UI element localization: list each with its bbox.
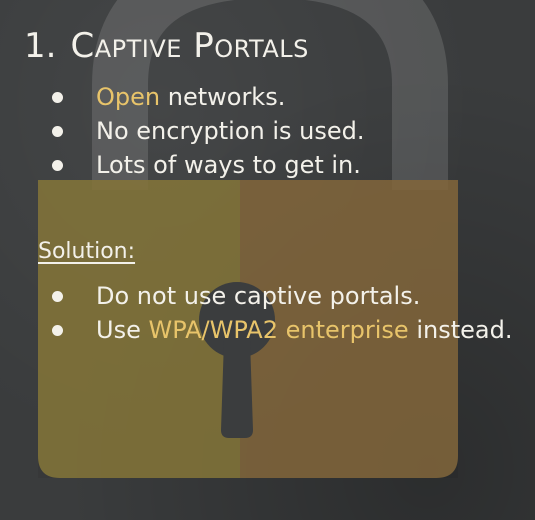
title-number: 1. — [24, 26, 57, 66]
bullet-dot-icon — [52, 160, 63, 171]
highlight-text: Open — [96, 83, 161, 111]
bullet-dot-icon — [52, 92, 63, 103]
list-item: Open networks. — [46, 80, 365, 114]
item-text: Lots of ways to get in. — [96, 151, 361, 179]
item-text: networks. — [160, 83, 286, 111]
slide: 1. Captive Portals Open networks. No encr… — [0, 0, 535, 520]
keyhole-slot — [221, 340, 253, 438]
item-text: instead. — [408, 316, 513, 344]
solution-heading: Solution: — [38, 239, 136, 264]
problem-list: Open networks. No encryption is used. Lo… — [46, 80, 365, 182]
list-item: Do not use captive portals. — [46, 279, 512, 313]
list-item: Use WPA/WPA2 enterprise instead. — [46, 313, 512, 347]
slide-title: 1. Captive Portals — [24, 24, 309, 68]
highlight-text: WPA/WPA2 enterprise — [148, 316, 409, 344]
bullet-dot-icon — [52, 325, 63, 336]
item-text: Do not use captive portals. — [96, 282, 421, 310]
title-text: Captive Portals — [70, 26, 309, 66]
list-item: Lots of ways to get in. — [46, 148, 365, 182]
item-text: No encryption is used. — [96, 117, 365, 145]
item-text: Use — [96, 316, 149, 344]
bullet-dot-icon — [52, 126, 63, 137]
solution-list: Do not use captive portals. Use WPA/WPA2… — [46, 279, 512, 347]
list-item: No encryption is used. — [46, 114, 365, 148]
bullet-dot-icon — [52, 291, 63, 302]
